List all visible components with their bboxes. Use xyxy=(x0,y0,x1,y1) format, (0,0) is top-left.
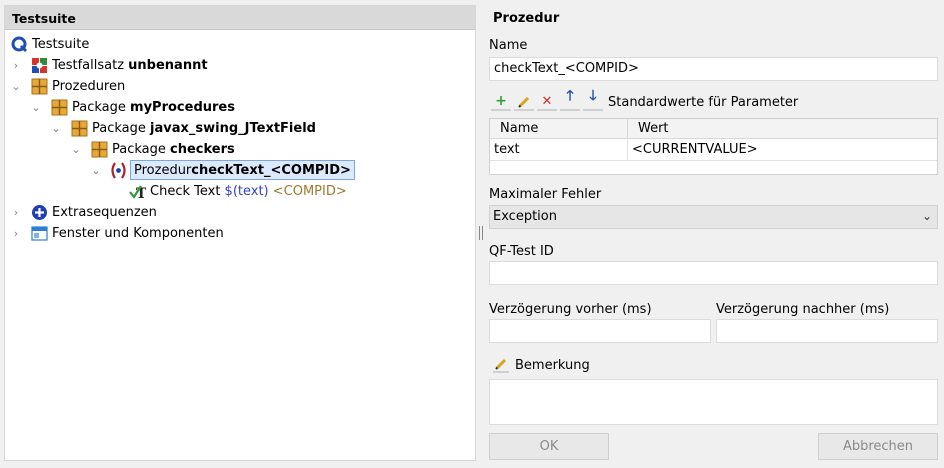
tree-node-prozedur-checktext[interactable]: Prozedur checkText_<COMPID> xyxy=(110,160,355,180)
tree-node-label: Package javax_swing_JTextField xyxy=(92,120,316,136)
params-label: Standardwerte für Parameter xyxy=(608,94,799,110)
tree-node-package-checkers[interactable]: Package checkers xyxy=(91,139,235,159)
tree-node-package-jtextfield[interactable]: Package javax_swing_JTextField xyxy=(71,118,316,138)
chevron-right-icon[interactable]: › xyxy=(11,202,21,222)
chevron-down-icon[interactable]: ⌄ xyxy=(11,76,21,96)
column-header-wert[interactable]: Wert xyxy=(628,119,937,139)
package-icon xyxy=(71,120,88,137)
column-header-name[interactable]: Name xyxy=(490,119,628,139)
qftest-id-input[interactable] xyxy=(489,261,938,285)
chevron-down-icon[interactable]: ⌄ xyxy=(31,97,41,117)
delay-before-input[interactable] xyxy=(489,319,711,343)
window-icon xyxy=(31,225,48,242)
name-input-value: checkText_<COMPID> xyxy=(494,61,639,76)
remark-label: Bemerkung xyxy=(515,357,590,373)
delay-before-label: Verzögerung vorher (ms) xyxy=(489,302,652,317)
tree-node-extrasequenzen[interactable]: Extrasequenzen xyxy=(31,202,157,222)
panel-splitter[interactable] xyxy=(479,226,483,240)
tree-node-package-myprocedures[interactable]: Package myProcedures xyxy=(51,97,235,117)
tree-node-testfallsatz[interactable]: Testfallsatz unbenannt xyxy=(31,55,208,75)
tree-node-label: Check Text $(text) <COMPID> xyxy=(150,183,347,199)
max-error-label: Maximaler Fehler xyxy=(489,187,602,202)
tree-node-label: Testsuite xyxy=(32,36,90,52)
chevron-down-icon[interactable]: ⌄ xyxy=(91,160,101,180)
tree-node-label: Testfallsatz unbenannt xyxy=(52,57,208,73)
tree-node-prozeduren[interactable]: Prozeduren xyxy=(31,76,125,96)
cancel-button[interactable]: Abbrechen xyxy=(818,433,938,460)
name-input[interactable]: checkText_<COMPID> xyxy=(489,57,938,81)
package-icon xyxy=(31,78,48,95)
chevron-down-icon[interactable]: ⌄ xyxy=(51,118,61,138)
tree-node-check-text[interactable]: T Check Text $(text) <COMPID> xyxy=(129,181,347,201)
chevron-down-icon: ⌄ xyxy=(921,209,932,223)
tree-node-label-selected: Prozedur checkText_<COMPID> xyxy=(130,160,355,180)
qftest-id-label: QF-Test ID xyxy=(489,244,554,259)
edit-remark-icon[interactable] xyxy=(493,357,509,373)
move-down-icon[interactable]: 🡓 xyxy=(583,88,603,111)
testsuite-tree-panel: Testsuite Testsuite › Testfallsatz unben… xyxy=(4,5,476,461)
panel-title: Prozedur xyxy=(493,11,560,26)
delay-after-label: Verzögerung nachher (ms) xyxy=(716,302,890,317)
delete-row-icon[interactable]: ✕ xyxy=(537,93,557,111)
tree-node-label: Prozeduren xyxy=(52,78,126,94)
tree-node-label: Package myProcedures xyxy=(72,99,235,115)
package-icon xyxy=(51,99,68,116)
check-text-icon: T xyxy=(129,183,146,200)
add-row-icon[interactable]: + xyxy=(491,93,511,111)
move-up-icon[interactable]: 🡑 xyxy=(560,88,580,111)
tree-node-label: Package checkers xyxy=(112,141,235,157)
tree-node-testsuite[interactable]: Testsuite xyxy=(11,34,89,54)
testcase-set-icon xyxy=(31,57,48,74)
name-label: Name xyxy=(489,38,528,53)
tree-node-label: Extrasequenzen xyxy=(52,204,157,220)
testsuite-icon xyxy=(11,36,28,53)
ok-button[interactable]: OK xyxy=(489,433,609,460)
procedure-detail-panel: Prozedur Name checkText_<COMPID> + ✕ 🡑 🡓… xyxy=(485,5,943,463)
procedure-icon xyxy=(110,161,127,179)
max-error-value: Exception xyxy=(493,209,557,224)
package-icon xyxy=(91,141,108,158)
delay-after-input[interactable] xyxy=(716,319,938,343)
chevron-right-icon[interactable]: › xyxy=(11,55,21,75)
remark-header: Bemerkung xyxy=(493,357,590,373)
chevron-down-icon[interactable]: ⌄ xyxy=(71,139,81,159)
parameter-toolbar: + ✕ 🡑 🡓 Standardwerte für Parameter xyxy=(491,88,799,111)
tree-panel-header: Testsuite xyxy=(5,6,475,30)
max-error-select[interactable]: Exception ⌄ xyxy=(489,205,938,229)
edit-row-icon[interactable] xyxy=(514,93,534,111)
chevron-right-icon[interactable]: › xyxy=(11,223,21,243)
tree-node-label: Fenster und Komponenten xyxy=(52,225,224,241)
table-cell-name[interactable]: text xyxy=(490,140,628,161)
tree-node-fenster-komponenten[interactable]: Fenster und Komponenten xyxy=(31,223,224,243)
remark-textarea[interactable] xyxy=(489,379,938,425)
table-cell-wert[interactable]: <CURRENTVALUE> xyxy=(628,140,937,161)
parameter-table[interactable]: Name Wert text <CURRENTVALUE> xyxy=(489,118,938,175)
extras-icon xyxy=(31,204,48,221)
